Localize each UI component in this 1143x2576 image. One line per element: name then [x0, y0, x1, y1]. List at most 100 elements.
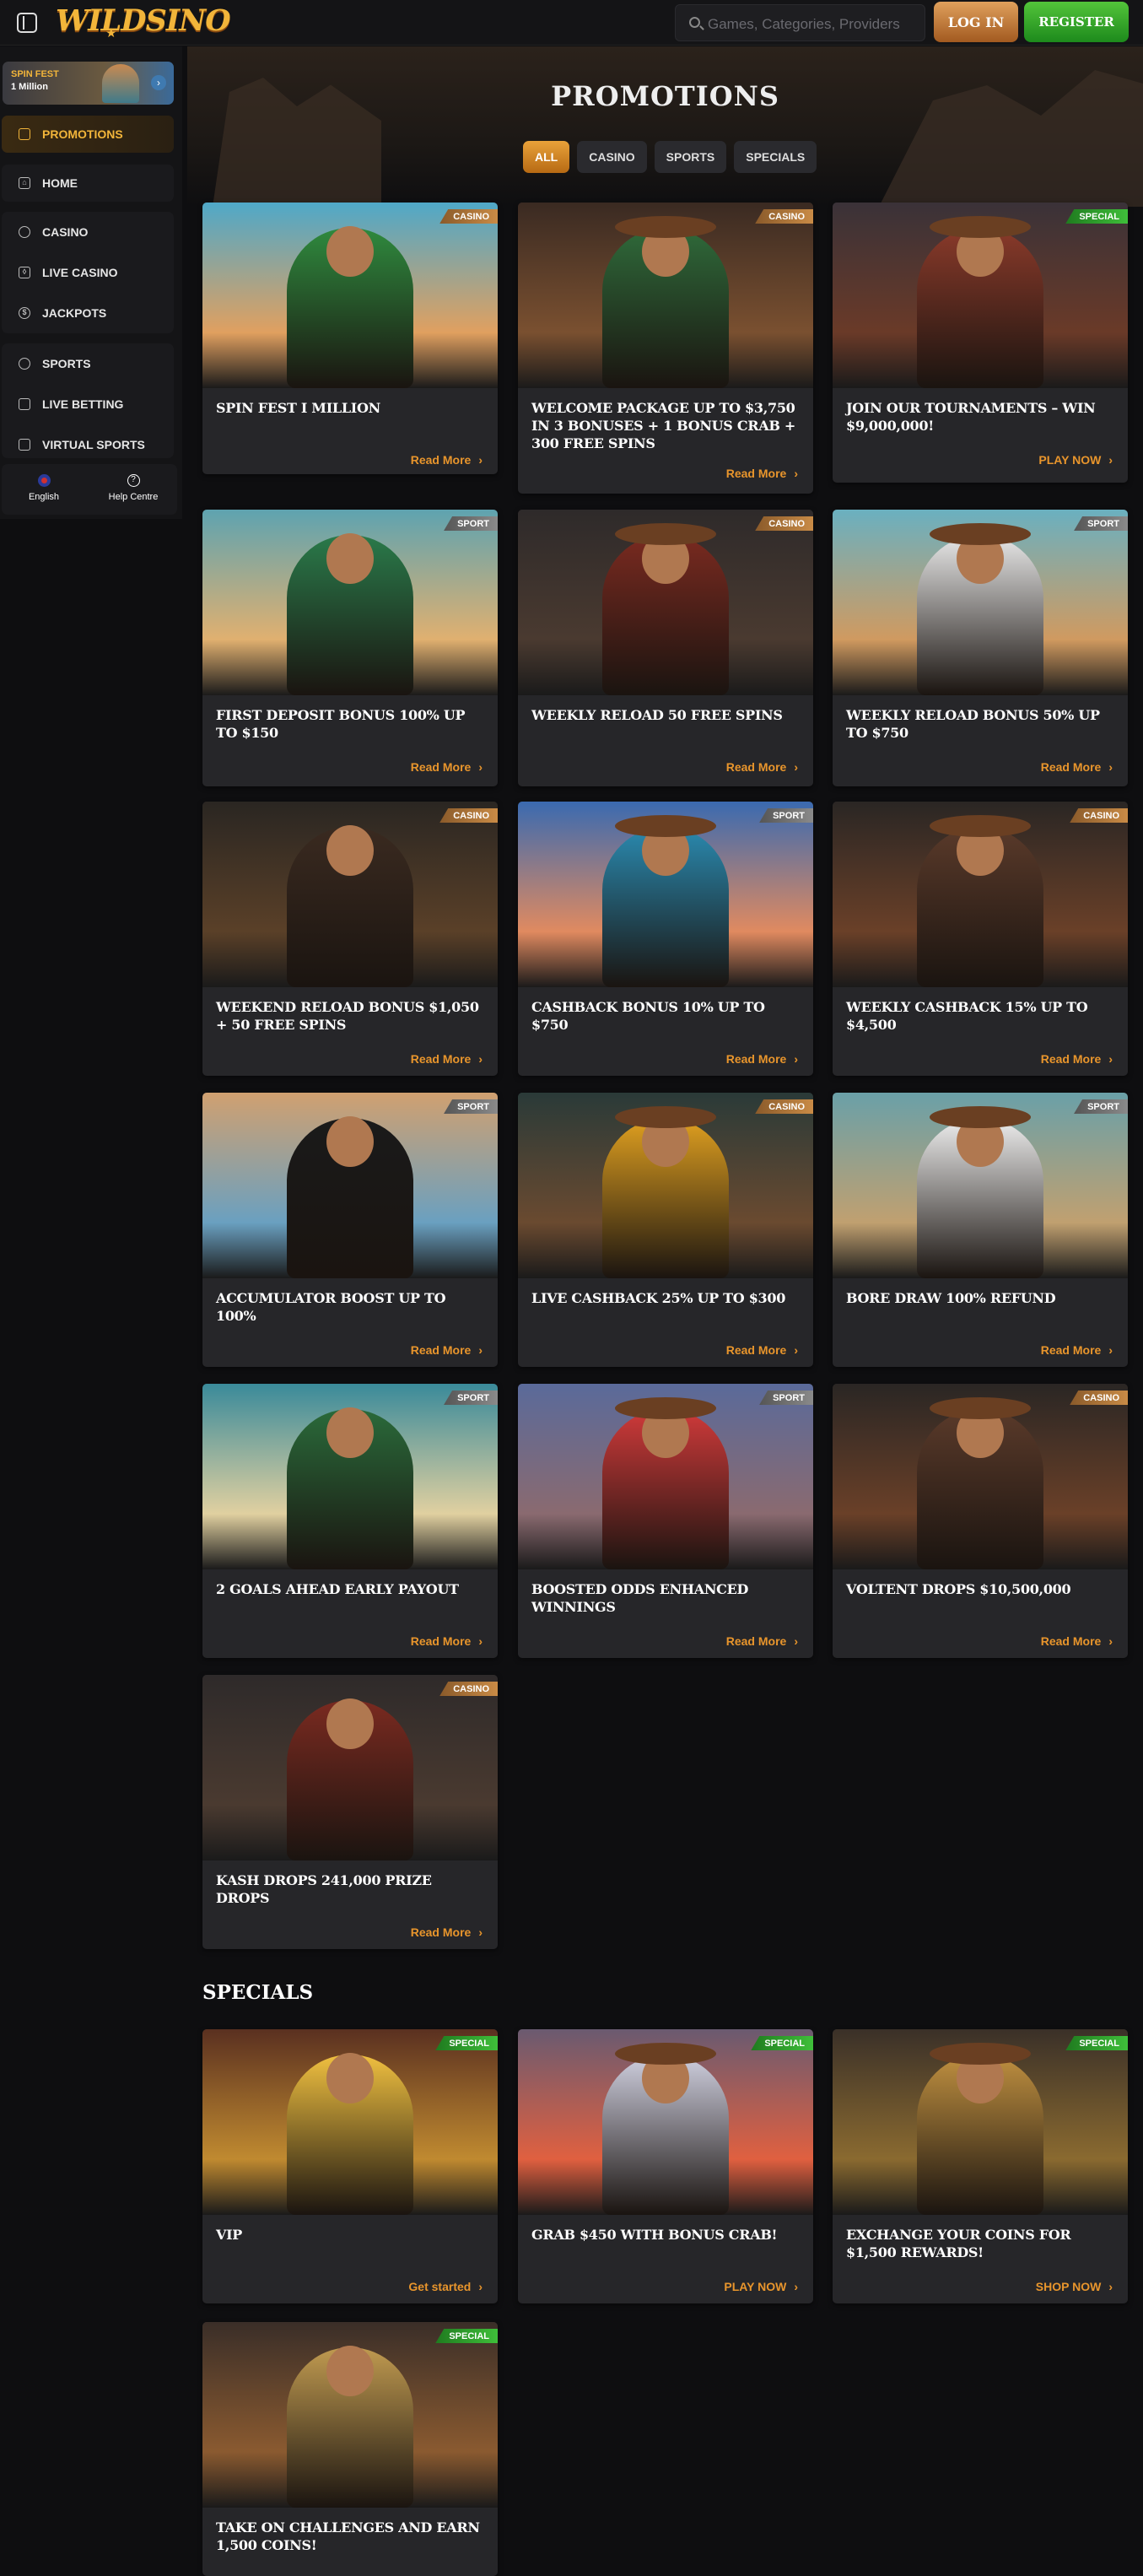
promo-cta-link[interactable]: Read More › — [1041, 760, 1113, 774]
promo-image[interactable] — [518, 1384, 813, 1569]
promo-card[interactable]: CASINO WEEKLY CASHBACK 15% UP TO $4,500 Re… — [833, 802, 1128, 1076]
sidebar-item-casino[interactable]: CASINO — [2, 212, 174, 252]
promo-card[interactable]: CASINO WEEKLY RELOAD 50 FREE SPINS Read Mo… — [518, 510, 813, 786]
filter-all[interactable]: ALL — [523, 141, 570, 173]
spin-fest-banner[interactable]: SPIN FEST 1 Million › — [3, 62, 174, 105]
promo-cta-label: Read More — [1040, 760, 1102, 774]
promo-character-hat — [615, 216, 716, 238]
promo-cta-label: Read More — [725, 467, 787, 480]
promo-image[interactable] — [202, 802, 498, 987]
promo-image[interactable] — [202, 1675, 498, 1860]
sidebar-item-label: PROMOTIONS — [42, 127, 123, 141]
promo-image[interactable] — [833, 2029, 1128, 2215]
promo-image[interactable] — [833, 510, 1128, 695]
promo-cta-link[interactable]: Read More › — [726, 467, 798, 480]
promo-cta-link[interactable]: Read More › — [726, 1343, 798, 1357]
sidebar-toggle-icon[interactable] — [17, 13, 37, 33]
banner-subtitle: 1 Million — [11, 82, 48, 92]
promo-cta-link[interactable]: PLAY NOW › — [724, 2280, 798, 2293]
language-label: English — [28, 492, 60, 502]
promo-card[interactable]: SPORT WEEKLY RELOAD BONUS 50% UP TO $750 R… — [833, 510, 1128, 786]
sidebar-item-virtual-sports[interactable]: VIRTUAL SPORTS — [2, 424, 174, 465]
promo-cta-link[interactable]: Read More › — [411, 1925, 483, 1939]
promo-card[interactable]: CASINO WEEKEND RELOAD BONUS $1,050 + 50 F… — [202, 802, 498, 1076]
promo-image[interactable] — [518, 203, 813, 388]
promo-card[interactable]: CASINO SPIN FEST I MILLION Read More › — [202, 203, 498, 474]
search-input[interactable]: Games, Categories, Providers — [675, 4, 925, 41]
promo-card[interactable]: SPORT BORE DRAW 100% REFUND Read More › — [833, 1093, 1128, 1367]
promo-card[interactable]: SPECIAL TAKE ON CHALLENGES AND EARN 1,500… — [202, 2322, 498, 2576]
promo-cta-link[interactable]: Read More › — [1041, 1343, 1113, 1357]
promo-title: WELCOME PACKAGE UP TO $3,750 IN 3 BONUSE… — [531, 400, 795, 451]
promo-image[interactable] — [202, 203, 498, 388]
promo-cta-link[interactable]: PLAY NOW › — [1038, 453, 1113, 467]
sidebar-item-promotions[interactable]: PROMOTIONS — [2, 116, 174, 153]
promo-cta-link[interactable]: Get started › — [408, 2280, 483, 2293]
promo-image[interactable] — [833, 1093, 1128, 1278]
sidebar-item-live-casino[interactable]: ◊ LIVE CASINO — [2, 252, 174, 293]
promo-character-head — [326, 226, 374, 277]
promo-cta-label: Read More — [410, 760, 472, 774]
search-icon — [689, 17, 700, 28]
promo-image[interactable] — [518, 1093, 813, 1278]
sidebar-item-jackpots[interactable]: $ JACKPOTS — [2, 293, 174, 333]
promo-card[interactable]: SPECIAL EXCHANGE YOUR COINS FOR $1,500 RE… — [833, 2029, 1128, 2303]
promo-cta-label: SHOP NOW — [1035, 2280, 1102, 2293]
promo-cta-link[interactable]: Read More › — [411, 1634, 483, 1648]
promo-image[interactable] — [202, 2322, 498, 2508]
promo-card[interactable]: SPORT BOOSTED ODDS ENHANCED WINNINGS Read … — [518, 1384, 813, 1658]
wildsino-logo[interactable]: WILDSINO — [56, 3, 231, 38]
page-title: PROMOTIONS — [551, 80, 779, 112]
promo-character-head — [326, 825, 374, 876]
promo-cta-label: PLAY NOW — [1038, 453, 1102, 467]
promo-cta-label: Read More — [410, 1634, 472, 1648]
promo-card[interactable]: SPECIAL JOIN OUR TOURNAMENTS – WIN $9,000… — [833, 203, 1128, 483]
promo-cta-link[interactable]: Read More › — [411, 1052, 483, 1066]
promo-image[interactable] — [833, 1384, 1128, 1569]
promo-cta-link[interactable]: Read More › — [726, 1052, 798, 1066]
sidebar-item-live-betting[interactable]: LIVE BETTING — [2, 384, 174, 424]
promo-card[interactable]: CASINO WELCOME PACKAGE UP TO $3,750 IN 3 … — [518, 203, 813, 494]
banner-arrow-icon[interactable]: › — [151, 75, 166, 90]
register-button[interactable]: REGISTER — [1024, 2, 1129, 42]
filter-specials[interactable]: SPECIALS — [734, 141, 817, 173]
football-icon — [19, 358, 30, 370]
promo-image[interactable] — [833, 203, 1128, 388]
promo-cta-link[interactable]: Read More › — [726, 1634, 798, 1648]
filter-casino[interactable]: CASINO — [577, 141, 647, 173]
promo-card[interactable]: CASINO KASH DROPS 241,000 PRIZE DROPS Read… — [202, 1675, 498, 1949]
promo-cta-label: Read More — [410, 1925, 472, 1939]
filter-sports[interactable]: SPORTS — [654, 141, 727, 173]
promo-title: JOIN OUR TOURNAMENTS – WIN $9,000,000! — [846, 400, 1096, 434]
promo-card[interactable]: CASINO VOLTENT DROPS $10,500,000 Read More… — [833, 1384, 1128, 1658]
chevron-right-icon: › — [1108, 1343, 1113, 1357]
promo-image[interactable] — [202, 510, 498, 695]
help-centre-link[interactable]: ? Help Centre — [100, 474, 167, 502]
promo-image[interactable] — [833, 802, 1128, 987]
promo-image[interactable] — [202, 2029, 498, 2215]
sidebar-item-home[interactable]: ⌂ HOME — [2, 165, 174, 202]
promo-cta-link[interactable]: Read More › — [726, 760, 798, 774]
login-button[interactable]: LOG IN — [934, 2, 1018, 42]
promo-card[interactable]: CASINO LIVE CASHBACK 25% UP TO $300 Read M… — [518, 1093, 813, 1367]
promo-card[interactable]: SPECIAL VIP Get started › — [202, 2029, 498, 2303]
sidebar-item-sports[interactable]: SPORTS — [2, 343, 174, 384]
promo-image[interactable] — [518, 510, 813, 695]
promo-image[interactable] — [518, 2029, 813, 2215]
promo-cta-link[interactable]: SHOP NOW › — [1036, 2280, 1113, 2293]
promo-card[interactable]: SPORT ACCUMULATOR BOOST UP TO 100% Read Mo… — [202, 1093, 498, 1367]
promo-card[interactable]: SPORT 2 GOALS AHEAD EARLY PAYOUT Read More… — [202, 1384, 498, 1658]
promo-cta-link[interactable]: Read More › — [411, 760, 483, 774]
promo-cta-link[interactable]: Read More › — [411, 453, 483, 467]
language-selector[interactable]: English — [10, 474, 78, 502]
promo-image[interactable] — [202, 1384, 498, 1569]
promo-card[interactable]: SPORT FIRST DEPOSIT BONUS 100% UP TO $150… — [202, 510, 498, 786]
promo-card[interactable]: SPECIAL GRAB $450 WITH BONUS CRAB! PLAY NO… — [518, 2029, 813, 2303]
sidebar-item-label: VIRTUAL SPORTS — [42, 438, 145, 451]
promo-cta-link[interactable]: Read More › — [1041, 1634, 1113, 1648]
promo-card[interactable]: SPORT CASHBACK BONUS 10% UP TO $750 Read M… — [518, 802, 813, 1076]
promo-image[interactable] — [202, 1093, 498, 1278]
promo-cta-link[interactable]: Read More › — [411, 1343, 483, 1357]
promo-cta-link[interactable]: Read More › — [1041, 1052, 1113, 1066]
promo-image[interactable] — [518, 802, 813, 987]
